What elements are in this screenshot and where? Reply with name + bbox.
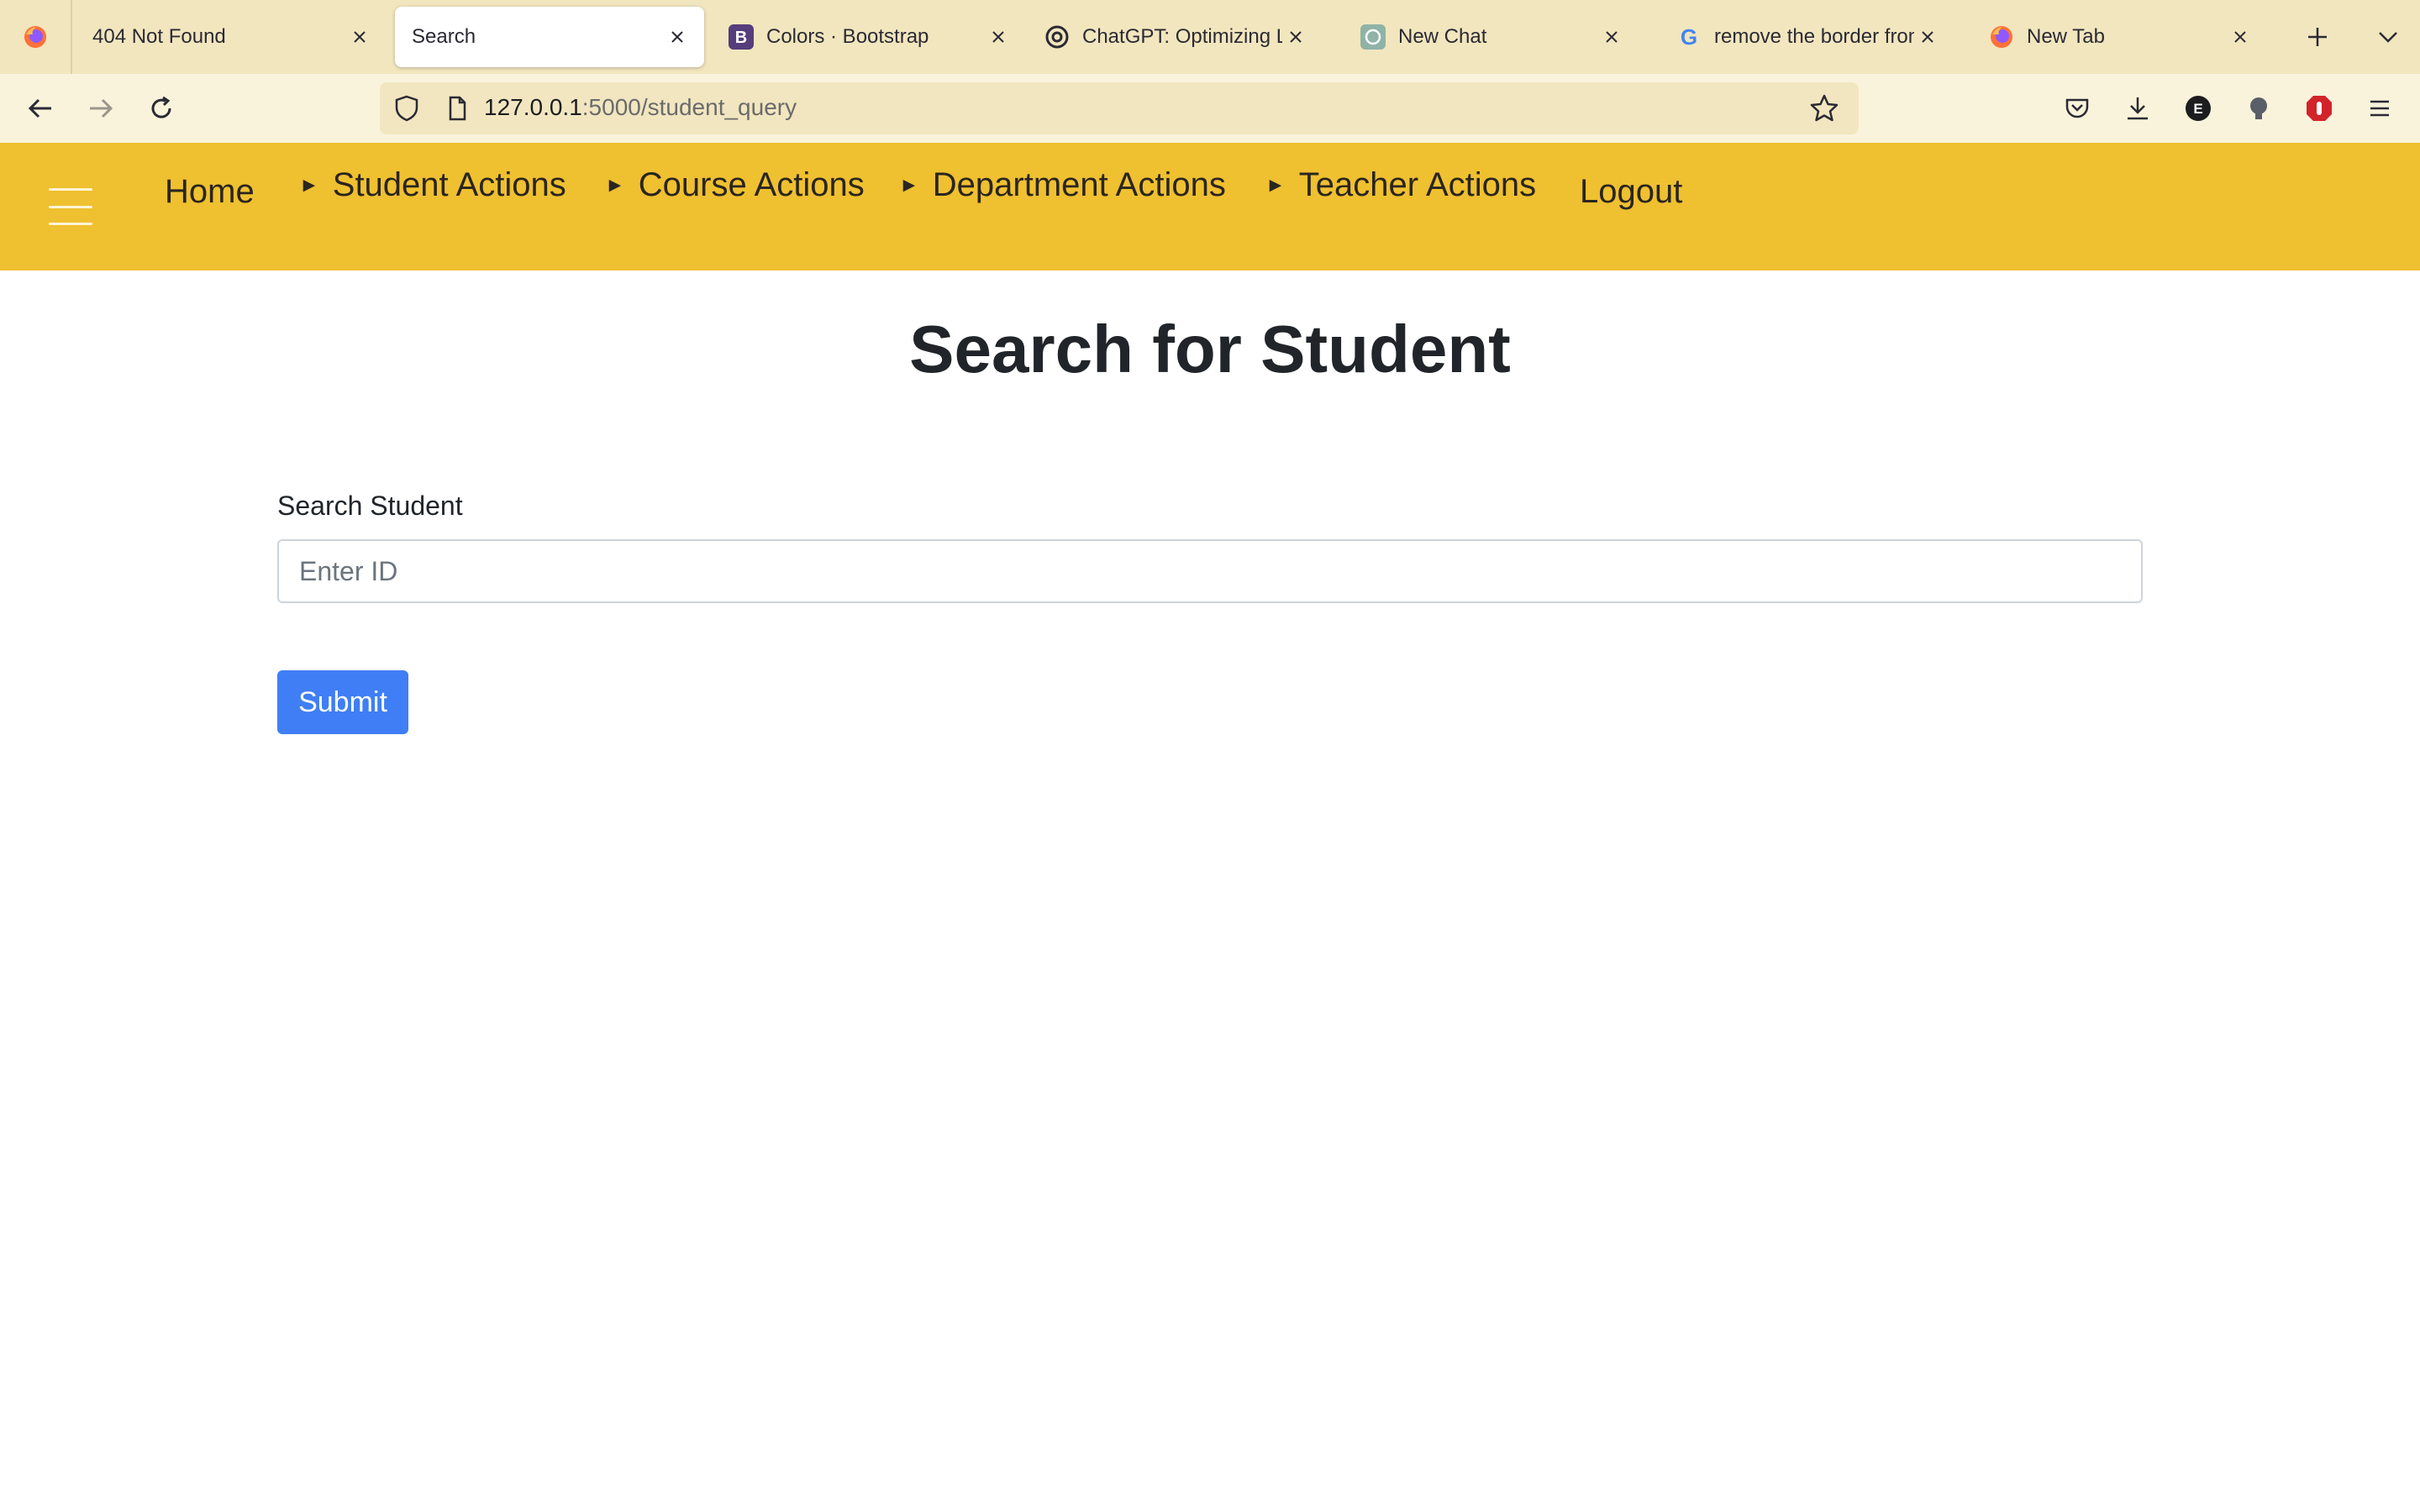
nav-department-actions-dropdown[interactable]: ► Department Actions: [899, 166, 1226, 204]
nav-student-actions-dropdown[interactable]: ► Student Actions: [299, 166, 566, 204]
disclosure-triangle-icon: ►: [299, 173, 319, 197]
bookmark-star-icon[interactable]: [1808, 92, 1840, 124]
shield-icon[interactable]: [392, 93, 422, 123]
tab-404-not-found[interactable]: 404 Not Found: [76, 7, 387, 67]
nav-teacher-actions-dropdown[interactable]: ► Teacher Actions: [1265, 166, 1536, 204]
firefox-view-button[interactable]: [0, 0, 72, 74]
nav-label: Teacher Actions: [1298, 166, 1537, 203]
downloads-button[interactable]: [2118, 88, 2158, 129]
tab-google-search[interactable]: G remove the border from s: [1659, 7, 1954, 67]
lightbulb-icon: [2250, 97, 2267, 119]
close-icon[interactable]: [985, 24, 1012, 50]
tab-title: Search: [412, 25, 476, 48]
svg-text:G: G: [1681, 24, 1697, 50]
tab-search[interactable]: Search: [395, 7, 704, 67]
tab-title: ChatGPT: Optimizing Lan: [1082, 25, 1282, 48]
nav-label: Student Actions: [332, 166, 566, 203]
close-icon[interactable]: [1914, 24, 1941, 50]
nav-label: Course Actions: [638, 166, 865, 203]
hamburger-menu-icon: [2370, 100, 2389, 117]
tab-colors-bootstrap[interactable]: B Colors · Bootstrap: [711, 7, 1025, 67]
close-icon[interactable]: [1282, 24, 1309, 50]
sidebar-toggle-icon[interactable]: [49, 188, 92, 225]
download-icon: [2128, 97, 2148, 120]
nav-home-link[interactable]: Home: [165, 173, 255, 211]
stop-hand-icon: [2307, 96, 2332, 121]
close-icon[interactable]: [346, 24, 373, 50]
extension-e-icon: E: [2186, 96, 2211, 121]
nav-course-actions-dropdown[interactable]: ► Course Actions: [605, 166, 865, 204]
browser-tab-bar: 404 Not Found Search B Colors · Bootstra…: [0, 0, 2420, 74]
plus-icon: [2308, 28, 2327, 46]
close-icon[interactable]: [1598, 24, 1625, 50]
openai-icon: [1360, 24, 1386, 50]
tab-title: New Chat: [1398, 25, 1487, 48]
page-icon[interactable]: [442, 93, 472, 123]
forward-button[interactable]: [81, 88, 121, 129]
adblock-button[interactable]: [2299, 88, 2339, 129]
tab-title: remove the border from s: [1714, 25, 1914, 48]
url-host: 127.0.0.1: [484, 94, 582, 120]
url-bar[interactable]: 127.0.0.1:5000/student_query: [380, 82, 1859, 134]
submit-button[interactable]: Submit: [277, 670, 408, 734]
extension-e-button[interactable]: E: [2178, 88, 2218, 129]
google-icon: G: [1676, 24, 1702, 50]
nav-logout-link[interactable]: Logout: [1580, 173, 1682, 211]
url-text[interactable]: 127.0.0.1:5000/student_query: [484, 94, 797, 121]
new-tab-button[interactable]: [2297, 17, 2338, 57]
disclosure-triangle-icon: ►: [1265, 173, 1286, 197]
tab-title: Colors · Bootstrap: [766, 25, 929, 48]
disclosure-triangle-icon: ►: [899, 173, 919, 197]
arrow-left-icon: [28, 98, 51, 118]
tab-new-tab[interactable]: New Tab: [1971, 7, 2267, 67]
tab-new-chat[interactable]: New Chat: [1343, 7, 1639, 67]
close-icon[interactable]: [664, 24, 691, 50]
chevron-down-icon: [2379, 32, 2397, 43]
tab-chatgpt[interactable]: ChatGPT: Optimizing Lan: [1027, 7, 1323, 67]
disclosure-triangle-icon: ►: [605, 173, 625, 197]
extension-bulb-button[interactable]: [2238, 88, 2279, 129]
svg-text:B: B: [735, 29, 747, 47]
pocket-button[interactable]: [2057, 88, 2097, 129]
nav-label: Department Actions: [932, 166, 1226, 203]
openai-icon: [1044, 24, 1071, 50]
student-id-input[interactable]: [277, 539, 2143, 603]
url-path: :5000/student_query: [581, 94, 797, 120]
back-button[interactable]: [20, 88, 60, 129]
firefox-icon: [24, 26, 46, 48]
list-all-tabs-button[interactable]: [2368, 17, 2408, 57]
page-title: Search for Student: [909, 312, 1511, 386]
browser-toolbar: 127.0.0.1:5000/student_query E: [0, 74, 2420, 143]
tab-title: New Tab: [2027, 25, 2105, 48]
pocket-icon: [2065, 98, 2089, 118]
close-icon[interactable]: [2227, 24, 2254, 50]
app-navbar: Home ► Student Actions ► Course Actions …: [0, 143, 2420, 270]
reload-button[interactable]: [141, 88, 182, 129]
arrow-right-icon: [90, 98, 113, 118]
tab-title: 404 Not Found: [92, 25, 226, 48]
bootstrap-icon: B: [728, 24, 755, 50]
app-menu-button[interactable]: [2360, 88, 2400, 129]
svg-text:E: E: [2193, 101, 2202, 117]
firefox-icon: [1988, 24, 2015, 50]
search-student-label: Search Student: [277, 491, 463, 521]
reload-icon: [151, 96, 171, 118]
